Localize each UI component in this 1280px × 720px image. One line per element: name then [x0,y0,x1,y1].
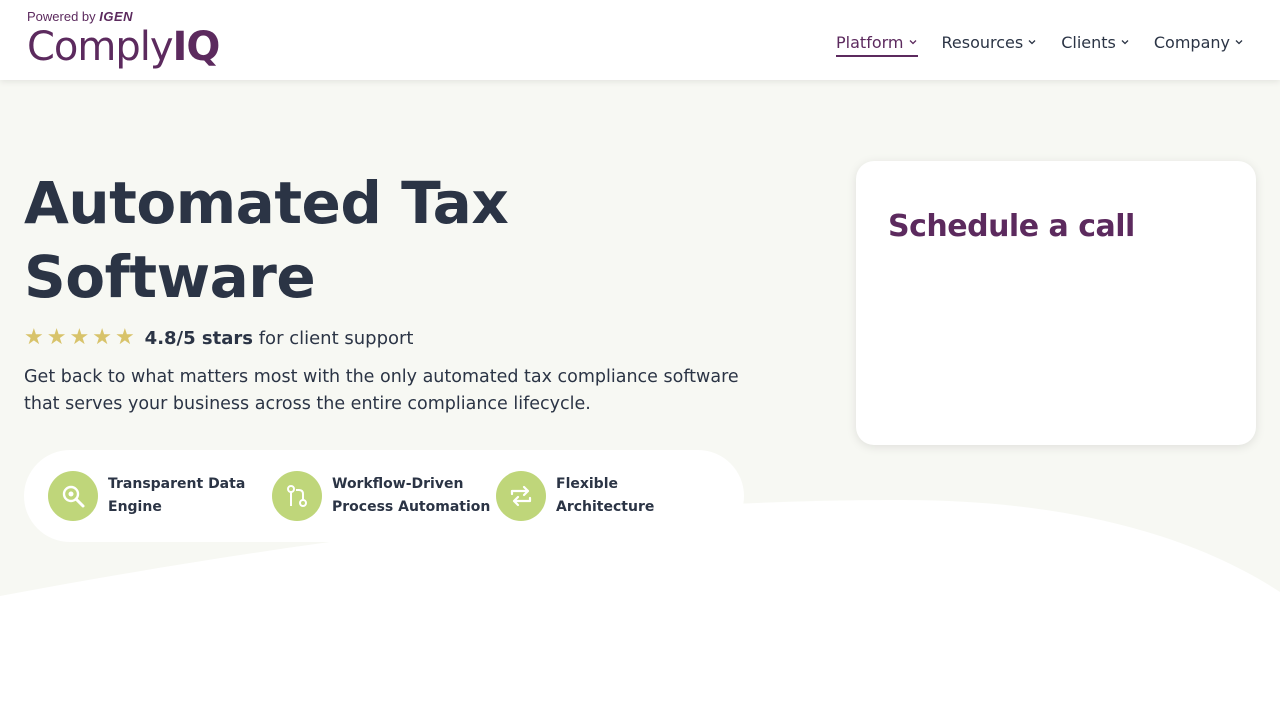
nav-item-company[interactable]: Company [1154,28,1244,56]
feature-pill-bar: Transparent Data Engine Workflow-Driven … [24,450,744,542]
star-icon: ★ [114,325,135,350]
chevron-down-icon [1235,40,1243,45]
support-rating: ★ ★ ★ ★ ★ 4.8/5 stars for client support [24,326,413,350]
powered-by-text: Powered by IGEN [27,9,134,24]
star-icon: ★ [24,325,44,350]
feature-transparent-data-engine[interactable]: Transparent Data Engine [48,471,272,521]
nav-item-resources[interactable]: Resources [942,28,1038,56]
star-icon: ★ [46,325,67,350]
schedule-call-title: Schedule a call [888,209,1135,244]
igen-brand: IGEN [99,9,134,24]
star-rating: ★ ★ ★ ★ ★ [24,326,135,350]
schedule-call-card: Schedule a call [856,161,1256,445]
workflow-branch-icon [272,471,322,521]
rating-score: 4.8/5 stars [144,327,253,349]
hero-section: Automated Tax Software ★ ★ ★ ★ ★ 4.8/5 s… [0,80,1280,720]
feature-workflow-automation[interactable]: Workflow-Driven Process Automation [272,471,496,521]
repeat-arrows-icon [496,471,546,521]
hero-description: Get back to what matters most with the o… [24,367,739,414]
search-gear-icon [48,471,98,521]
feature-flexible-architecture[interactable]: Flexible Architecture [496,471,720,521]
nav-item-clients[interactable]: Clients [1061,28,1130,56]
complyiq-logo[interactable]: Powered by IGEN ComplyIQ [27,9,227,73]
star-icon: ★ [92,325,112,350]
site-header: Powered by IGEN ComplyIQ Platform Resour… [0,0,1280,80]
nav-item-platform[interactable]: Platform [836,28,918,57]
chevron-down-icon [1028,40,1036,45]
page-title: Automated Tax Software [24,169,509,311]
main-nav: Platform Resources Clients Company [836,28,1244,57]
star-icon: ★ [69,325,90,350]
rating-text: for client support [258,327,414,349]
chevron-down-icon [909,40,916,45]
chevron-down-icon [1121,40,1129,45]
logo-wordmark: ComplyIQ [27,24,220,70]
